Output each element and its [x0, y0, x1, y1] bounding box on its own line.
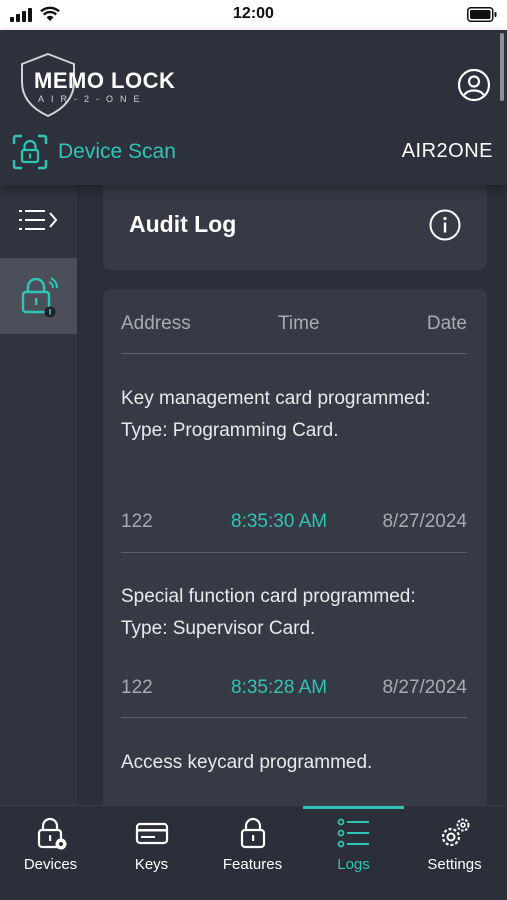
log-entry-meta: 122 8:35:30 AM 8/27/2024 — [121, 511, 467, 535]
tab-devices[interactable]: Devices — [0, 806, 101, 900]
scan-lock-icon — [12, 134, 48, 170]
divider — [121, 353, 467, 354]
gears-icon — [441, 818, 469, 847]
log-entry-meta: 122 8:35:28 AM 8/27/2024 — [121, 677, 467, 701]
memo-lock-logo: MEMO LOCK AIR-2-ONE — [18, 52, 188, 122]
column-time: Time — [278, 313, 320, 334]
status-bar: 12:00 — [0, 0, 507, 30]
logo-subtitle: AIR-2-ONE — [38, 94, 147, 104]
logo-title: MEMO LOCK — [34, 68, 176, 93]
column-address: Address — [121, 313, 191, 334]
card-icon — [135, 822, 168, 845]
scrollbar[interactable] — [500, 33, 504, 101]
lock-gear-icon — [37, 817, 66, 850]
sidebar — [0, 185, 77, 805]
device-name: AIR2ONE — [401, 140, 493, 162]
log-entry-text: Key management card programmed: Type: Pr… — [121, 388, 431, 441]
lock-icon — [240, 817, 265, 849]
tab-label: Logs — [337, 856, 370, 873]
log-entry-time: 8:35:28 AM — [231, 677, 328, 698]
tab-label: Features — [222, 856, 283, 873]
account-icon[interactable] — [457, 68, 491, 102]
status-time: 12:00 — [233, 5, 274, 22]
audit-log-header: Audit Log — [103, 185, 487, 270]
divider — [121, 552, 467, 553]
log-entry-date: 8/27/2024 — [382, 511, 467, 532]
log-entry-address: 122 — [121, 511, 153, 532]
tab-settings[interactable]: Settings — [404, 806, 505, 900]
tab-label: Keys — [134, 856, 169, 873]
log-entry-text: Access keycard programmed. — [121, 752, 373, 773]
wireless-lock-icon — [21, 277, 58, 318]
menu-expand-icon — [18, 210, 57, 230]
active-tab-indicator — [303, 806, 404, 809]
log-entry-date: 8/27/2024 — [382, 677, 467, 698]
battery-icon — [467, 7, 497, 22]
sidebar-toggle-button[interactable] — [0, 185, 77, 255]
app-header: MEMO LOCK AIR-2-ONE Device Scan AIR2ONE — [0, 30, 507, 185]
log-entry-time: 8:35:30 AM — [231, 511, 328, 532]
log-list: Address Time Date Key management card pr… — [103, 289, 487, 805]
bottom-tab-bar: Devices Keys Features Logs Settings — [0, 805, 507, 900]
sidebar-item-lock[interactable] — [0, 258, 77, 334]
audit-log-title: Audit Log — [129, 211, 237, 237]
tab-label: Settings — [427, 856, 482, 873]
tab-label: Devices — [23, 856, 78, 873]
tab-logs[interactable]: Logs — [303, 806, 404, 900]
column-date: Date — [426, 313, 467, 334]
list-icon — [337, 818, 369, 848]
divider — [121, 717, 467, 718]
log-entry-text: Special function card programmed: Type: … — [121, 586, 416, 639]
tab-keys[interactable]: Keys — [101, 806, 202, 900]
device-scan-button[interactable]: Device Scan — [12, 132, 176, 172]
log-entry-address: 122 — [121, 677, 153, 698]
tab-features[interactable]: Features — [202, 806, 303, 900]
device-scan-label: Device Scan — [58, 140, 176, 163]
info-icon[interactable] — [429, 209, 461, 241]
log-table-header: Address Time Date — [121, 313, 467, 337]
